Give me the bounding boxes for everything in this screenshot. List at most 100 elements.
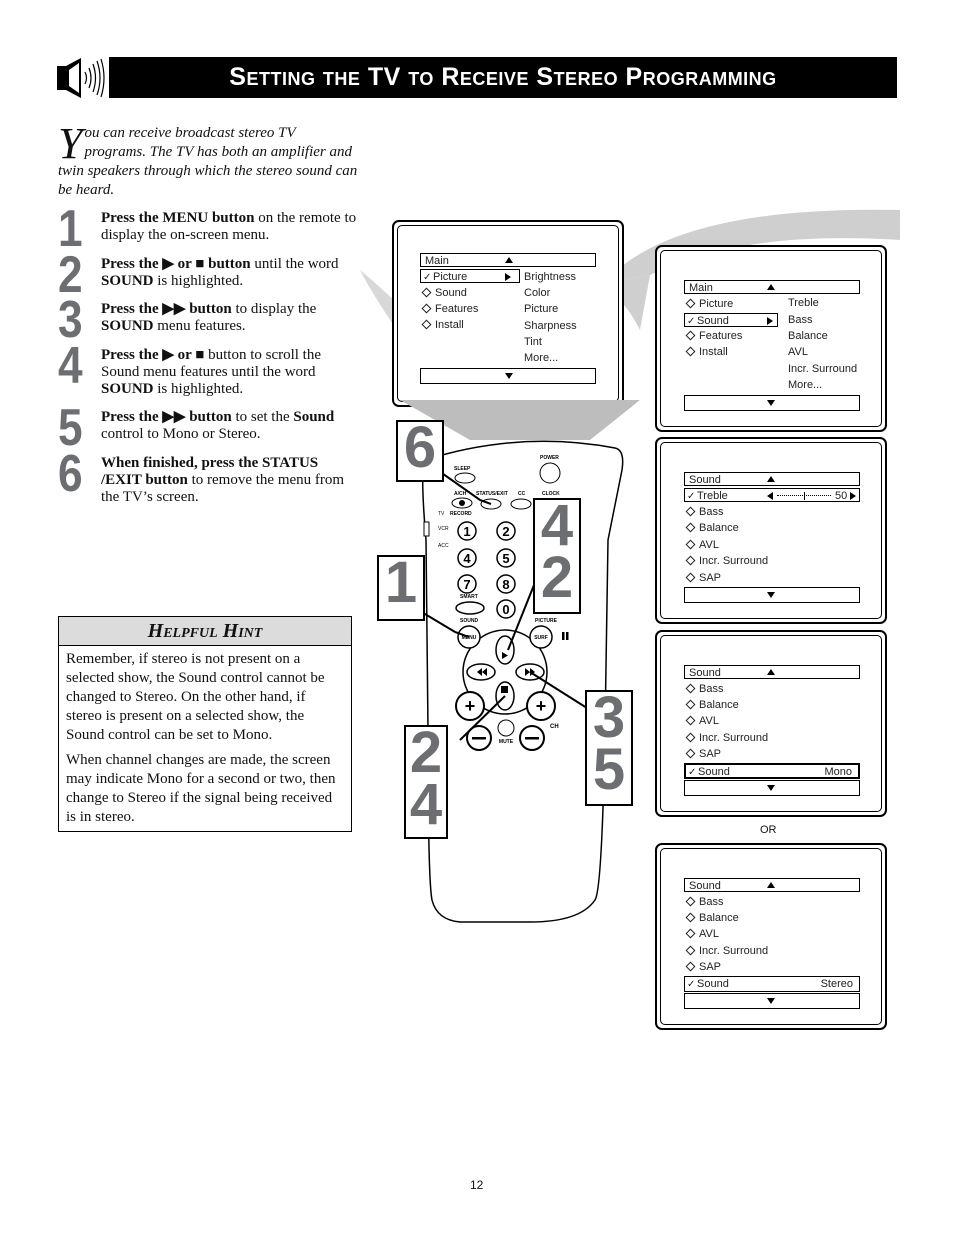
diamond-icon xyxy=(685,912,696,923)
scroll-down-icon xyxy=(767,785,775,791)
treble-slider-knob[interactable] xyxy=(804,492,805,500)
step-6: 6 When finished, press the STATUS /EXIT … xyxy=(58,448,358,506)
arrow-left-icon[interactable] xyxy=(767,492,773,500)
arrow-right-icon xyxy=(505,273,511,281)
diamond-icon xyxy=(685,715,696,726)
step-text: until the word xyxy=(250,256,339,272)
power-button[interactable] xyxy=(539,462,561,484)
pause-icon-bar xyxy=(566,632,569,640)
step-bold: Sound xyxy=(293,409,335,425)
submenu-item: Incr. Surround xyxy=(788,363,858,375)
check-icon: ✓ xyxy=(687,316,696,327)
menu-item[interactable]: AVL xyxy=(684,714,719,729)
step-text: to display the xyxy=(231,301,317,317)
menu-item[interactable]: Features xyxy=(420,302,478,317)
diamond-icon xyxy=(685,346,696,357)
menu-item[interactable]: Bass xyxy=(684,505,723,520)
step-5: 5 Press the ▶▶ button to set the Sound c… xyxy=(58,402,358,454)
step-text: to set the xyxy=(231,409,294,425)
arrow-right-icon[interactable] xyxy=(850,492,856,500)
page-title: Setting the TV to Receive Stereo Program… xyxy=(109,57,897,98)
tv-screen-main-sound: Main Picture ✓ Sound Features Install Tre… xyxy=(655,245,887,432)
sleep-button[interactable] xyxy=(454,472,476,484)
scroll-down-icon xyxy=(767,592,775,598)
callout-2-4: 24 xyxy=(404,724,448,839)
menu-item-selected[interactable]: ✓ Sound xyxy=(684,313,778,327)
digit-2-label: 2 xyxy=(502,524,509,539)
menu-item[interactable]: Bass xyxy=(684,895,723,910)
onscreen-menu: Sound Bass Balance AVL Incr. Surround SA… xyxy=(684,878,860,1013)
sound-mode-row[interactable]: ✓ Sound Mono xyxy=(684,763,860,779)
submenu-item: Sharpness xyxy=(524,320,577,332)
menu-item[interactable]: Features xyxy=(684,329,742,344)
menu-item[interactable]: Incr. Surround xyxy=(684,731,768,746)
menu-item-selected[interactable]: ✓ Picture xyxy=(420,269,520,283)
diamond-icon xyxy=(685,748,696,759)
step-bold: SOUND xyxy=(101,273,154,289)
submenu-item: AVL xyxy=(788,346,808,358)
sleep-label: SLEEP xyxy=(454,466,471,472)
menu-item[interactable]: AVL xyxy=(684,538,719,553)
menu-item[interactable]: Sound xyxy=(420,286,467,301)
diamond-icon xyxy=(685,699,696,710)
status-exit-label: STATUS/EXIT xyxy=(476,491,508,497)
pause-icon xyxy=(562,632,565,640)
record-dot-icon xyxy=(459,500,465,506)
menu-item[interactable]: SAP xyxy=(684,960,721,975)
power-label: POWER xyxy=(540,455,559,461)
minus-icon xyxy=(525,737,539,740)
step-bold: SOUND xyxy=(101,318,154,334)
tv-screen-sound-mono: Sound Bass Balance AVL Incr. Surround SA… xyxy=(655,630,887,817)
menu-footer xyxy=(684,993,860,1009)
menu-item[interactable]: Balance xyxy=(684,698,739,713)
menu-item[interactable]: Bass xyxy=(684,682,723,697)
hint-paragraph: Remember, if stereo is not present on a … xyxy=(66,651,325,743)
menu-item[interactable]: Install xyxy=(420,318,464,333)
step-1: 1 Press the MENU button on the remote to… xyxy=(58,203,358,255)
step-text: is highlighted. xyxy=(153,273,244,289)
smart-sound-button[interactable] xyxy=(455,601,485,615)
menu-item[interactable]: Picture xyxy=(684,297,733,312)
smart-label: SMART xyxy=(460,594,478,600)
sound-mode-row[interactable]: ✓ Sound Stereo xyxy=(684,976,860,992)
hint-paragraph: When channel changes are made, the scree… xyxy=(66,752,336,825)
step-3: 3 Press the ▶▶ button to display the SOU… xyxy=(58,294,358,346)
ch-label: CH xyxy=(550,724,559,730)
step-bold: Press the ▶▶ button xyxy=(101,409,232,425)
diamond-icon xyxy=(685,683,696,694)
submenu-item: Balance xyxy=(788,330,828,342)
menu-header: Sound xyxy=(684,472,860,486)
menu-item[interactable]: Incr. Surround xyxy=(684,554,768,569)
page-number: 12 xyxy=(470,1178,484,1192)
menu-item[interactable]: SAP xyxy=(684,747,721,762)
scroll-up-icon xyxy=(767,284,775,290)
mute-button[interactable] xyxy=(497,719,515,737)
check-icon: ✓ xyxy=(687,491,696,502)
av-label: A/CH xyxy=(454,491,467,497)
intro-paragraph: You can receive broadcast stereo TV prog… xyxy=(58,122,358,200)
picture-label: PICTURE xyxy=(535,618,558,624)
menu-item[interactable]: SAP xyxy=(684,571,721,586)
cc-button[interactable] xyxy=(510,498,532,510)
menu-item[interactable]: Incr. Surround xyxy=(684,944,768,959)
scroll-up-icon xyxy=(767,669,775,675)
treble-slider-row[interactable]: ✓ Treble 50 xyxy=(684,488,860,502)
diamond-icon xyxy=(685,506,696,517)
submenu-item: Brightness xyxy=(524,271,576,283)
diamond-icon xyxy=(685,330,696,341)
menu-item[interactable]: Install xyxy=(684,345,728,360)
menu-item[interactable]: Balance xyxy=(684,911,739,926)
menu-item[interactable]: Balance xyxy=(684,521,739,536)
treble-value: 50 xyxy=(835,490,848,502)
mute-label: MUTE xyxy=(499,739,514,745)
step-bold: SOUND xyxy=(101,381,154,397)
sound-mode-value: Stereo xyxy=(820,978,853,990)
diamond-icon xyxy=(421,303,432,314)
menu-item[interactable]: AVL xyxy=(684,927,719,942)
tv-screen-sound-treble: Sound ✓ Treble 50 Bass Balance AVL Incr. … xyxy=(655,437,887,624)
tv-screen-sound-stereo: Sound Bass Balance AVL Incr. Surround SA… xyxy=(655,843,887,1030)
mode-switch[interactable] xyxy=(423,521,430,537)
speaker-icon xyxy=(57,58,105,98)
onscreen-menu: Main Picture ✓ Sound Features Install Tre… xyxy=(684,280,860,415)
menu-header: Sound xyxy=(684,665,860,679)
